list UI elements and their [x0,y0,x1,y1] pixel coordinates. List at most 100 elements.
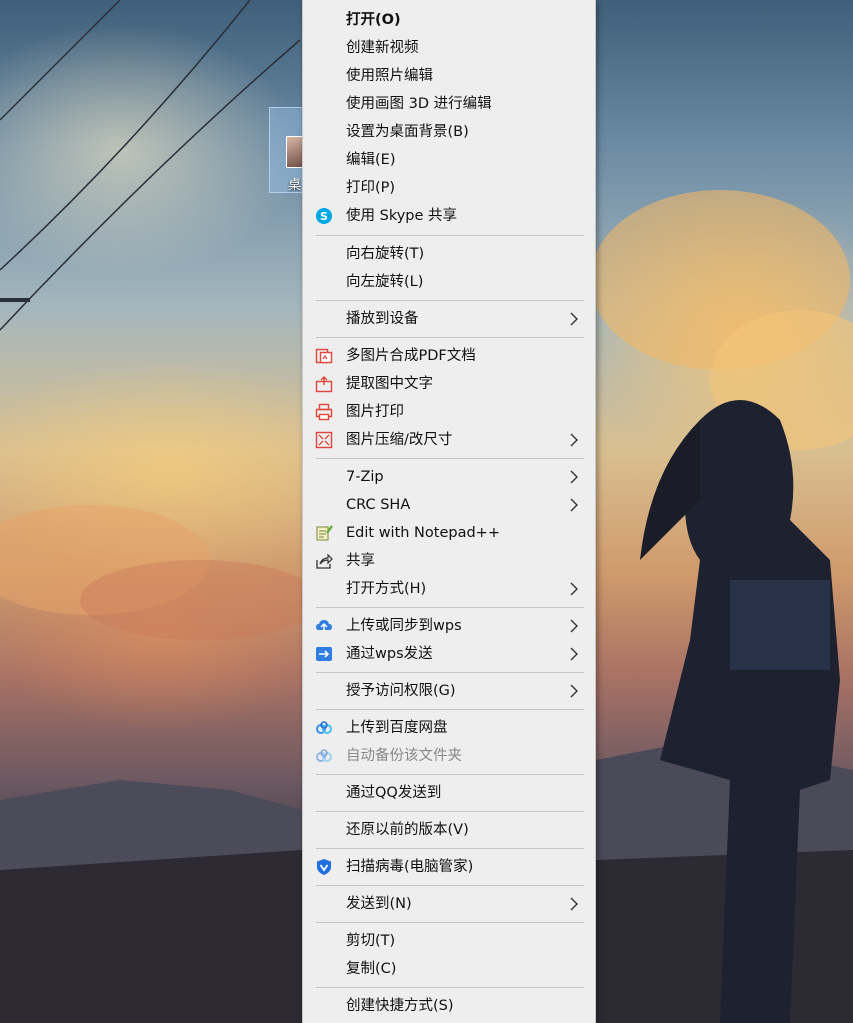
chevron-right-icon [570,897,578,911]
menu-item-extract-text[interactable]: 提取图中文字 [303,371,595,397]
menu-separator [316,300,584,301]
menu-item-label: 通过wps发送 [346,646,433,662]
menu-item-print[interactable]: 打印(P) [303,175,595,201]
menu-item-edit[interactable]: 编辑(E) [303,147,595,173]
baidu-netdisk-icon [315,719,333,737]
menu-item-label: 向左旋转(L) [346,274,424,290]
chevron-right-icon [570,470,578,484]
menu-item-label: 播放到设备 [346,311,419,327]
menu-item-restore-previous-versions[interactable]: 还原以前的版本(V) [303,817,595,843]
menu-item-label: 提取图中文字 [346,376,433,392]
text-extract-icon [315,375,333,393]
menu-item-label: 打开(O) [346,12,401,28]
menu-separator [316,922,584,923]
menu-item-cast-to-device[interactable]: 播放到设备 [303,306,595,332]
menu-item-share-skype[interactable]: S 使用 Skype 共享 [303,203,595,229]
menu-separator [316,458,584,459]
menu-item-label: 设置为桌面背景(B) [346,124,469,140]
menu-separator [316,885,584,886]
menu-item-label: 图片打印 [346,404,404,420]
menu-item-create-shortcut[interactable]: 创建快捷方式(S) [303,993,595,1019]
menu-item-merge-pdf[interactable]: 多图片合成PDF文档 [303,343,595,369]
menu-item-set-desktop-background[interactable]: 设置为桌面背景(B) [303,119,595,145]
share-icon [315,552,333,570]
context-menu: 打开(O) 创建新视频 使用照片编辑 使用画图 3D 进行编辑 设置为桌面背景(… [302,0,596,1023]
menu-item-label: 上传或同步到wps [346,618,462,634]
svg-text:S: S [320,210,328,223]
pdf-merge-icon [315,347,333,365]
wps-cloud-icon [315,617,333,635]
menu-item-label: 使用画图 3D 进行编辑 [346,96,492,112]
wps-send-icon [315,645,333,663]
skype-icon: S [315,207,333,225]
menu-item-wps-upload-sync[interactable]: 上传或同步到wps [303,613,595,639]
menu-item-label: 图片压缩/改尺寸 [346,432,453,448]
menu-separator [316,774,584,775]
baidu-backup-icon [315,747,333,765]
menu-item-copy[interactable]: 复制(C) [303,956,595,982]
menu-item-auto-backup-folder[interactable]: 自动备份该文件夹 [303,743,595,769]
menu-item-label: 多图片合成PDF文档 [346,348,476,364]
menu-item-baidu-upload[interactable]: 上传到百度网盘 [303,715,595,741]
menu-item-create-video[interactable]: 创建新视频 [303,35,595,61]
menu-item-label: 共享 [346,553,375,569]
image-print-icon [315,403,333,421]
menu-separator [316,811,584,812]
menu-item-label: Edit with Notepad++ [346,525,500,541]
menu-item-edit-with-paint3d[interactable]: 使用画图 3D 进行编辑 [303,91,595,117]
menu-item-crc-sha[interactable]: CRC SHA [303,492,595,518]
menu-item-grant-access[interactable]: 授予访问权限(G) [303,678,595,704]
menu-item-label: 授予访问权限(G) [346,683,456,699]
menu-item-label: 发送到(N) [346,896,412,912]
menu-separator [316,607,584,608]
chevron-right-icon [570,619,578,633]
menu-item-label: 打开方式(H) [346,581,427,597]
menu-separator [316,987,584,988]
pc-manager-shield-icon [315,858,333,876]
menu-item-send-via-qq[interactable]: 通过QQ发送到 [303,780,595,806]
menu-item-scan-virus[interactable]: 扫描病毒(电脑管家) [303,854,595,880]
chevron-right-icon [570,684,578,698]
desktop-icon-label: 桌 [288,178,302,193]
menu-item-send-to[interactable]: 发送到(N) [303,891,595,917]
menu-item-label: 复制(C) [346,961,397,977]
menu-separator [316,848,584,849]
chevron-right-icon [570,647,578,661]
menu-separator [316,672,584,673]
chevron-right-icon [570,498,578,512]
menu-item-7zip[interactable]: 7-Zip [303,464,595,490]
menu-item-rotate-right[interactable]: 向右旋转(T) [303,241,595,267]
menu-item-label: 7-Zip [346,469,384,485]
menu-item-share[interactable]: 共享 [303,548,595,574]
menu-item-label: CRC SHA [346,497,411,513]
menu-item-open-with[interactable]: 打开方式(H) [303,576,595,602]
menu-item-image-print[interactable]: 图片打印 [303,399,595,425]
menu-item-edit-with-photos[interactable]: 使用照片编辑 [303,63,595,89]
menu-item-label: 使用 Skype 共享 [346,208,458,224]
menu-item-label: 自动备份该文件夹 [346,748,462,764]
menu-separator [316,337,584,338]
menu-separator [316,235,584,236]
menu-item-label: 通过QQ发送到 [346,785,442,801]
menu-item-label: 剪切(T) [346,933,396,949]
menu-item-label: 创建快捷方式(S) [346,998,454,1014]
menu-item-label: 上传到百度网盘 [346,720,448,736]
menu-item-label: 还原以前的版本(V) [346,822,469,838]
chevron-right-icon [570,312,578,326]
menu-item-label: 向右旋转(T) [346,246,425,262]
menu-item-open[interactable]: 打开(O) [303,7,595,33]
menu-item-wps-send[interactable]: 通过wps发送 [303,641,595,667]
menu-item-image-compress[interactable]: 图片压缩/改尺寸 [303,427,595,453]
menu-item-label: 编辑(E) [346,152,396,168]
menu-item-cut[interactable]: 剪切(T) [303,928,595,954]
menu-item-label: 扫描病毒(电脑管家) [346,859,474,875]
menu-item-label: 创建新视频 [346,40,419,56]
menu-item-edit-notepadpp[interactable]: Edit with Notepad++ [303,520,595,546]
menu-item-rotate-left[interactable]: 向左旋转(L) [303,269,595,295]
menu-separator [316,709,584,710]
notepad-plus-icon [315,524,333,542]
menu-item-label: 打印(P) [346,180,396,196]
chevron-right-icon [570,582,578,596]
menu-item-label: 使用照片编辑 [346,68,433,84]
chevron-right-icon [570,433,578,447]
